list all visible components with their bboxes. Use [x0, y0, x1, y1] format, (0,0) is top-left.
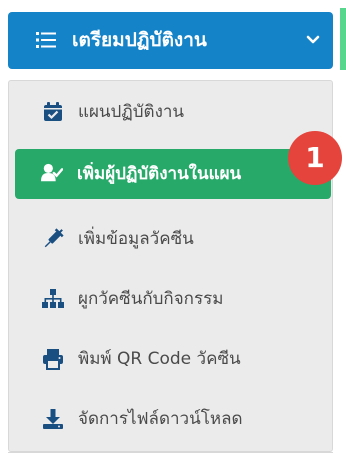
menu-item-label: เพิ่มข้อมูลวัคซีน: [78, 229, 194, 249]
menu-header[interactable]: เตรียมปฏิบัติงาน: [8, 12, 333, 69]
printer-icon: [43, 349, 63, 370]
calendar-check-icon: [44, 102, 62, 121]
menu-item-add-vaccine[interactable]: เพิ่มข้อมูลวัคซีน: [8, 211, 333, 267]
menu-item-label: จัดการไฟล์ดาวน์โหลด: [78, 409, 243, 429]
user-check-icon: [41, 163, 63, 182]
menu-item-manage-downloads[interactable]: จัดการไฟล์ดาวน์โหลด: [8, 391, 333, 447]
list-icon: [36, 32, 56, 48]
download-icon: [43, 409, 63, 429]
panel-bottom-divider: [8, 452, 333, 453]
menu-item-label: ผูกวัคซีนกับกิจกรรม: [78, 289, 224, 309]
menu-item-add-staff[interactable]: เพิ่มผู้ปฏิบัติงานในแผน: [15, 149, 331, 199]
menu-item-work-plan[interactable]: แผนปฏิบัติงาน: [8, 84, 333, 140]
menu-item-label: พิมพ์ QR Code วัคซีน: [78, 349, 241, 369]
menu-item-print-qr[interactable]: พิมพ์ QR Code วัคซีน: [8, 331, 333, 387]
syringe-icon: [44, 228, 64, 248]
step-badge: 1: [288, 131, 342, 185]
chevron-down-icon[interactable]: [306, 34, 320, 46]
menu-header-title: เตรียมปฏิบัติงาน: [72, 29, 207, 51]
sitemap-icon: [42, 289, 64, 308]
accent-strip: [340, 8, 346, 70]
menu-item-label: แผนปฏิบัติงาน: [78, 102, 185, 122]
menu-item-link-vaccine[interactable]: ผูกวัคซีนกับกิจกรรม: [8, 271, 333, 327]
